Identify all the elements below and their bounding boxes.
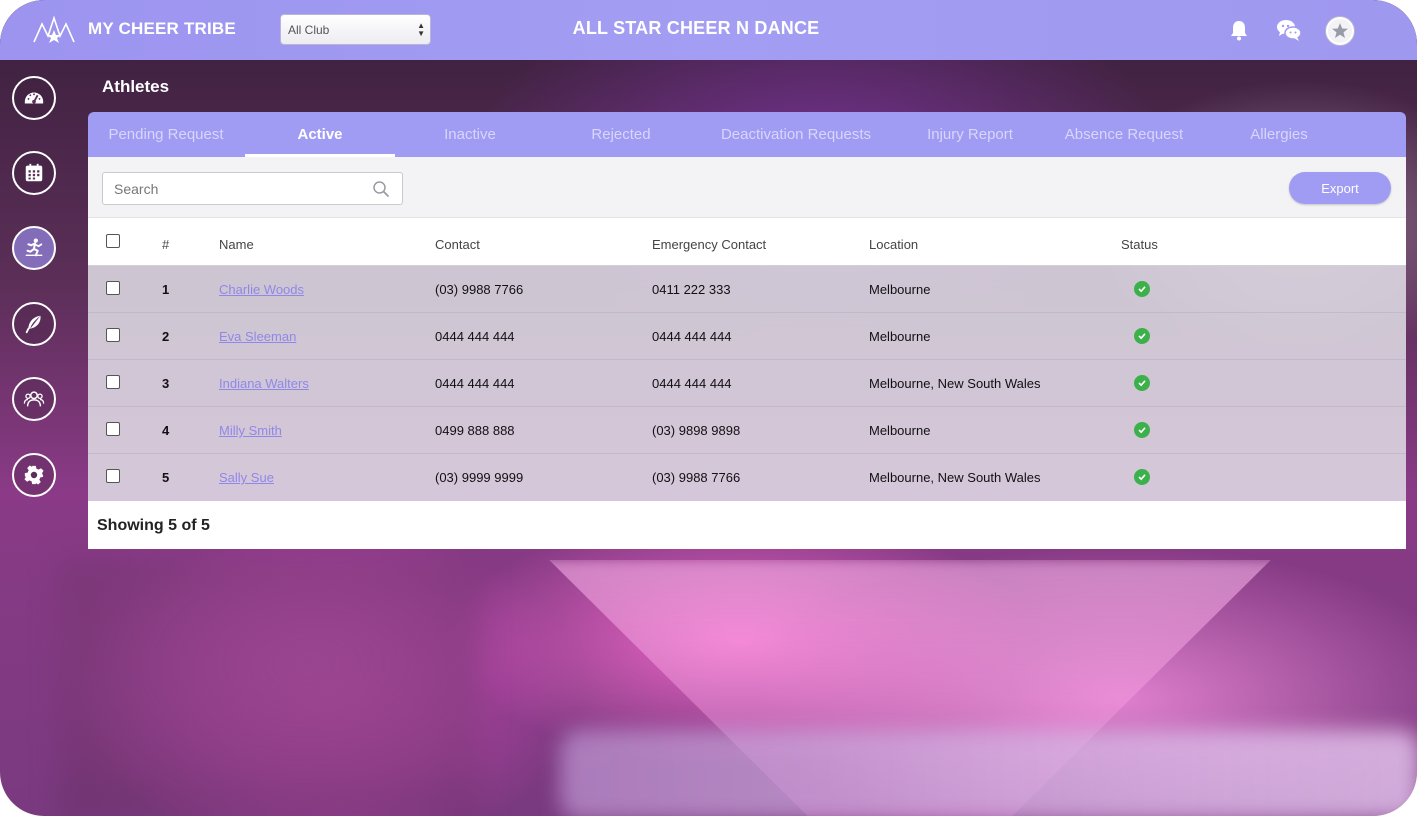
row-number: 1 <box>162 282 170 297</box>
tab-absence-request[interactable]: Absence Request <box>1048 112 1200 157</box>
star-icon <box>1332 23 1348 38</box>
table-row[interactable]: 4 Milly Smith 0499 888 888 (03) 9898 989… <box>88 407 1406 454</box>
location-value: Melbourne <box>869 282 931 297</box>
sidebar <box>0 60 68 816</box>
emergency-contact-value: (03) 9988 7766 <box>652 470 741 485</box>
sidebar-item-calendar[interactable] <box>12 151 56 195</box>
status-active-icon <box>1134 469 1150 485</box>
app-frame: MY CHEER TRIBE All Club ▲ ▼ ALL STAR CHEE… <box>0 0 1417 816</box>
tab-deactivation-requests[interactable]: Deactivation Requests <box>698 112 894 157</box>
emergency-contact-value: 0411 222 333 <box>652 282 731 297</box>
table-row[interactable]: 3 Indiana Walters 0444 444 444 0444 444 … <box>88 360 1406 407</box>
column-header-location[interactable]: Location <box>869 237 918 252</box>
table-row[interactable]: 1 Charlie Woods (03) 9988 7766 0411 222 … <box>88 266 1406 313</box>
column-header-name[interactable]: Name <box>219 237 254 252</box>
athlete-name-link[interactable]: Sally Sue <box>219 470 274 485</box>
contact-value: (03) 9988 7766 <box>435 282 524 297</box>
select-all-checkbox[interactable] <box>106 234 120 248</box>
location-value: Melbourne, New South Wales <box>869 470 1041 485</box>
contact-value: 0499 888 888 <box>435 423 515 438</box>
tab-allergies[interactable]: Allergies <box>1204 112 1354 157</box>
athlete-icon <box>25 238 43 257</box>
emergency-contact-value: 0444 444 444 <box>652 376 732 391</box>
row-checkbox[interactable] <box>106 281 120 295</box>
search-icon[interactable] <box>372 180 390 198</box>
contact-value: 0444 444 444 <box>435 376 515 391</box>
search-box <box>102 172 403 205</box>
emergency-contact-value: 0444 444 444 <box>652 329 732 344</box>
row-checkbox[interactable] <box>106 328 120 342</box>
people-icon <box>23 391 45 407</box>
row-checkbox[interactable] <box>106 422 120 436</box>
feather-icon <box>25 315 41 334</box>
sidebar-item-athletes[interactable] <box>12 226 56 270</box>
contact-value: (03) 9999 9999 <box>435 470 524 485</box>
column-header-status[interactable]: Status <box>1121 237 1158 252</box>
background-blur <box>560 730 1417 816</box>
status-active-icon <box>1134 328 1150 344</box>
table-row[interactable]: 5 Sally Sue (03) 9999 9999 (03) 9988 776… <box>88 454 1406 501</box>
tab-injury-report[interactable]: Injury Report <box>900 112 1040 157</box>
row-number: 5 <box>162 470 170 485</box>
results-count: Showing 5 of 5 <box>97 517 210 534</box>
gauge-icon <box>24 92 44 104</box>
sidebar-item-groups[interactable] <box>12 377 56 421</box>
tab-rejected[interactable]: Rejected <box>546 112 696 157</box>
athlete-name-link[interactable]: Eva Sleeman <box>219 329 296 344</box>
table-footer: Showing 5 of 5 <box>88 501 1406 549</box>
table-header: # Name Contact Emergency Contact Locatio… <box>88 218 1406 266</box>
athlete-name[interactable]: Indiana Walters <box>219 376 309 391</box>
row-number: 3 <box>162 376 170 391</box>
athlete-name[interactable]: Sally Sue <box>219 470 274 485</box>
search-input[interactable] <box>103 173 363 204</box>
contact-value: 0444 444 444 <box>435 329 515 344</box>
athlete-name[interactable]: Milly Smith <box>219 423 282 438</box>
sidebar-item-comms[interactable] <box>12 302 56 346</box>
status-active-icon <box>1134 422 1150 438</box>
athletes-card: Pending Request Active Inactive Rejected… <box>88 112 1406 553</box>
tab-bar: Pending Request Active Inactive Rejected… <box>88 112 1406 157</box>
tab-active[interactable]: Active <box>245 112 395 157</box>
top-bar: MY CHEER TRIBE All Club ▲ ▼ ALL STAR CHEE… <box>0 0 1417 60</box>
emergency-contact-value: (03) 9898 9898 <box>652 423 741 438</box>
row-checkbox[interactable] <box>106 469 120 483</box>
calendar-icon <box>25 163 43 182</box>
location-value: Melbourne, New South Wales <box>869 376 1041 391</box>
org-title: ALL STAR CHEER N DANCE <box>572 18 820 38</box>
chat-icon[interactable] <box>1275 16 1303 44</box>
status-active-icon <box>1134 281 1150 297</box>
sidebar-item-dashboard[interactable] <box>12 76 56 120</box>
export-button[interactable]: Export <box>1289 172 1391 204</box>
gear-icon <box>24 465 44 485</box>
athlete-name-link[interactable]: Milly Smith <box>219 423 282 438</box>
status-active-icon <box>1134 375 1150 391</box>
athlete-name[interactable]: Charlie Woods <box>219 282 304 297</box>
column-header-number: # <box>162 237 170 252</box>
location-value: Melbourne <box>869 423 931 438</box>
athlete-name-link[interactable]: Charlie Woods <box>219 282 304 297</box>
column-header-contact[interactable]: Contact <box>435 237 480 252</box>
table-body: 1 Charlie Woods (03) 9988 7766 0411 222 … <box>88 266 1406 501</box>
page-title: Athletes <box>102 77 170 96</box>
bell-icon[interactable] <box>1225 16 1253 44</box>
location-value: Melbourne <box>869 329 931 344</box>
row-number: 4 <box>162 423 170 438</box>
row-checkbox[interactable] <box>106 375 120 389</box>
column-header-emergency-contact[interactable]: Emergency Contact <box>652 237 766 252</box>
background-blur <box>60 560 480 816</box>
sidebar-item-settings[interactable] <box>12 453 56 497</box>
athlete-name[interactable]: Eva Sleeman <box>219 329 296 344</box>
toolbar: Export <box>88 157 1406 218</box>
athlete-name-link[interactable]: Indiana Walters <box>219 376 309 391</box>
avatar[interactable] <box>1326 17 1354 45</box>
row-number: 2 <box>162 329 170 344</box>
tab-inactive[interactable]: Inactive <box>395 112 545 157</box>
table-row[interactable]: 2 Eva Sleeman 0444 444 444 0444 444 444 … <box>88 313 1406 360</box>
tab-pending-request[interactable]: Pending Request <box>88 112 244 157</box>
